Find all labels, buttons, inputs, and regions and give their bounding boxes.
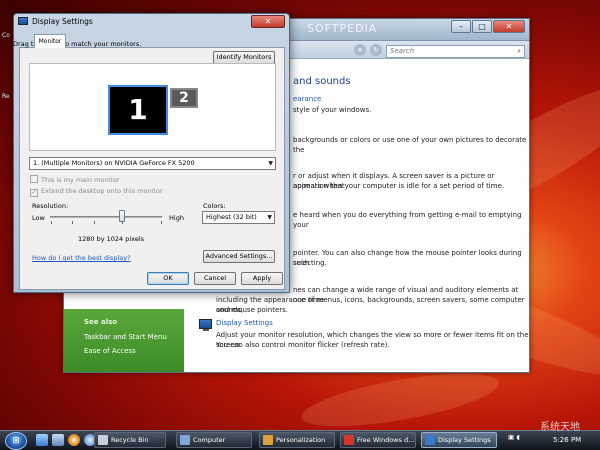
see-also-title: See also (84, 318, 118, 326)
personalization-icon (263, 435, 273, 445)
resolution-slider-track[interactable] (50, 216, 162, 218)
colors-label: Colors: (203, 202, 226, 210)
description-text: pointer. You can also change how the mou… (293, 249, 522, 267)
monitor-1-icon[interactable]: 1 (108, 85, 168, 135)
taskbar-item-recycle-bin[interactable]: Recycle Bin (94, 432, 166, 448)
resolution-label: Resolution: (32, 202, 69, 210)
slider-tick (72, 221, 73, 224)
monitor-select[interactable]: 1. (Multiple Monitors) on NVIDIA GeForce… (29, 157, 276, 170)
windows-logo-icon: ⊞ (12, 436, 20, 446)
computer-icon (180, 435, 190, 445)
switch-windows-icon[interactable] (52, 434, 64, 446)
dialog-titlebar[interactable]: Display Settings ✕ (14, 14, 289, 31)
slider-tick (122, 221, 123, 224)
show-desktop-icon[interactable] (36, 434, 48, 446)
taskbar-item-computer[interactable]: Computer (176, 432, 252, 448)
start-button[interactable]: ⊞ (5, 432, 27, 450)
description-text: style of your windows. (293, 106, 372, 114)
description-text: backgrounds or colors or use one of your… (293, 136, 527, 154)
slider-tick (94, 221, 95, 224)
slider-tick (161, 221, 162, 224)
description-text: e heard when you do everything from gett… (293, 211, 522, 229)
monitor-2-icon[interactable]: 2 (170, 88, 198, 108)
description-text: and mouse pointers. (216, 306, 289, 314)
cancel-button[interactable]: Cancel (194, 272, 236, 285)
desktop-icon-recycle[interactable]: Re (2, 93, 10, 100)
chevron-down-icon: ▼ (268, 160, 273, 167)
volume-icon[interactable]: ◖ (516, 433, 519, 441)
desktop-icon-computer[interactable]: Co (2, 32, 10, 39)
dialog-title: Display Settings (32, 17, 93, 26)
chevron-down-icon: ▼ (267, 214, 272, 221)
category-heading: and sounds (293, 76, 351, 87)
clock[interactable]: 5:26 PM (553, 436, 581, 444)
monitor-icon (18, 17, 28, 25)
corner-watermark: 系统天地 (540, 422, 580, 433)
maximize-button[interactable]: □ (472, 20, 492, 33)
high-label: High (169, 214, 184, 222)
search-input[interactable]: Search ⌕ (386, 45, 525, 58)
description-text: appears when your computer is idle for a… (293, 182, 505, 190)
low-label: Low (32, 214, 45, 222)
search-icon[interactable]: ⌕ (517, 46, 521, 57)
checkbox-box[interactable] (30, 175, 38, 183)
taskbar-item-personalization[interactable]: Personalization (259, 432, 335, 448)
close-button[interactable]: ✕ (493, 20, 525, 33)
taskbar-item-display-settings[interactable]: Display Settings (421, 432, 497, 448)
instruction-text: Drag the icons to match your monitors. (13, 40, 142, 48)
appearance-link[interactable]: earance (293, 95, 321, 103)
refresh-icon[interactable]: ↻ (370, 44, 382, 56)
network-icon[interactable]: ▣ (508, 433, 514, 441)
media-player-icon[interactable] (68, 434, 80, 446)
taskbar-item-browser[interactable]: Free Windows d... (340, 432, 416, 448)
sidebar-item-ease-of-access[interactable]: Ease of Access (84, 347, 136, 355)
recycle-bin-icon (98, 435, 108, 445)
main-monitor-checkbox[interactable]: This is my main monitor (30, 175, 120, 184)
close-button[interactable]: ✕ (251, 15, 285, 28)
wallpaper-petal (298, 362, 502, 438)
see-also-sidebar: See also Taskbar and Start Menu Ease of … (64, 309, 184, 372)
slider-tick (51, 221, 52, 224)
description-text: selecting. (293, 259, 327, 267)
browser-icon (344, 435, 354, 445)
ok-button[interactable]: OK (147, 272, 189, 285)
checkbox-box[interactable]: ✓ (30, 189, 38, 197)
help-link[interactable]: How do I get the best display? (32, 254, 131, 262)
extend-desktop-checkbox[interactable]: ✓ Extend the desktop onto this monitor (30, 187, 163, 197)
colors-select[interactable]: Highest (32 bit) ▼ (202, 211, 275, 224)
system-tray: ▣ ◖ (508, 433, 520, 441)
advanced-settings-button[interactable]: Advanced Settings... (203, 250, 275, 263)
dropdown-arrow-icon[interactable]: ▾ (354, 44, 366, 56)
apply-button[interactable]: Apply (241, 272, 283, 285)
sidebar-item-taskbar[interactable]: Taskbar and Start Menu (84, 333, 167, 341)
minimize-button[interactable]: – (451, 20, 471, 33)
description-text: You can also control monitor flicker (re… (216, 341, 390, 349)
tab-monitor[interactable]: Monitor (34, 34, 66, 48)
resolution-value: 1280 by 1024 pixels (78, 235, 145, 243)
softpedia-watermark: SOFTPEDIA (307, 22, 378, 35)
monitor-icon (199, 319, 212, 331)
display-settings-link[interactable]: Display Settings (216, 319, 273, 327)
monitor-icon (425, 435, 435, 445)
